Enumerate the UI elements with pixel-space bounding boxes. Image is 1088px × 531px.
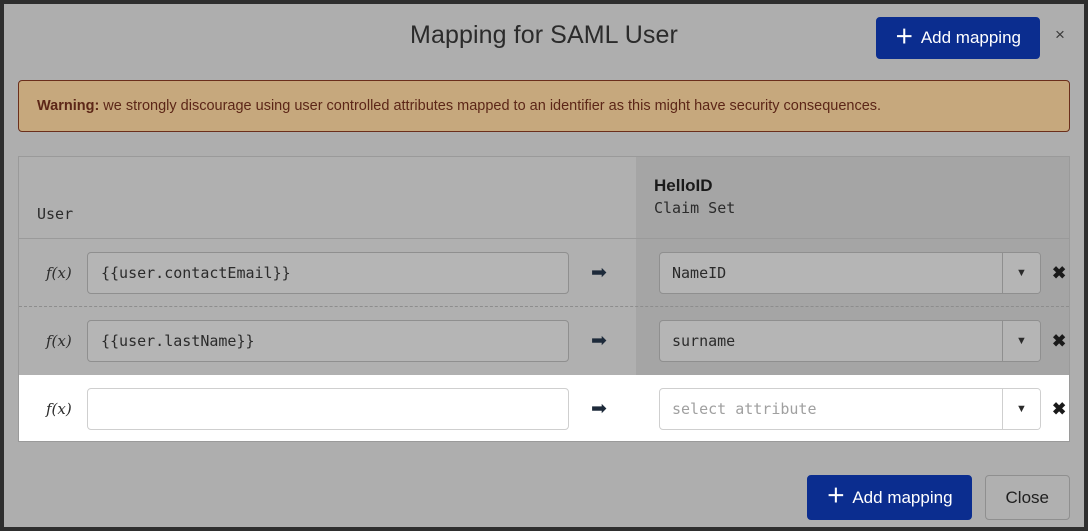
attribute-select-value: select attribute [672, 400, 817, 418]
arrow-right-icon: ➡ [591, 262, 607, 283]
claim-set-subtitle: Claim Set [654, 199, 736, 217]
delete-mapping-button[interactable]: ✖ [1052, 333, 1066, 350]
mapping-table: User HelloID Claim Set f(x) ➡ NameID ▼ ✖… [18, 156, 1070, 442]
close-icon[interactable]: × [1049, 25, 1071, 47]
attribute-select[interactable]: surname ▼ [659, 320, 1041, 362]
arrow-right-icon: ➡ [591, 330, 607, 352]
expression-input[interactable] [87, 388, 569, 430]
attribute-select[interactable]: NameID ▼ [659, 251, 1041, 294]
delete-mapping-button[interactable]: ✖ [1052, 264, 1066, 281]
expression-input[interactable] [87, 251, 569, 294]
dialog-header: Mapping for SAML User ＋ Add mapping × [4, 4, 1084, 72]
attribute-select[interactable]: select attribute ▼ [659, 388, 1041, 430]
mapping-dialog: Mapping for SAML User ＋ Add mapping × War… [4, 4, 1084, 527]
dialog-footer: ＋ Add mapping Close [4, 454, 1084, 527]
warning-banner: Warning: we strongly discourage using us… [18, 80, 1070, 132]
attribute-select-value: surname [672, 332, 736, 350]
chevron-down-icon[interactable]: ▼ [1002, 389, 1040, 429]
claim-set-brand: HelloID [654, 176, 713, 195]
function-icon[interactable]: f(x) [46, 264, 72, 282]
close-button[interactable]: Close [984, 475, 1070, 520]
chevron-down-icon[interactable]: ▼ [1002, 252, 1040, 293]
function-icon[interactable]: f(x) [46, 332, 72, 350]
warning-prefix: Warning: [37, 98, 100, 114]
arrow-right-icon: ➡ [591, 398, 607, 420]
table-row: f(x) ➡ select attribute ▼ ✖ [19, 375, 1069, 441]
column-header-user: User [37, 205, 74, 223]
delete-mapping-button[interactable]: ✖ [1052, 401, 1066, 418]
add-mapping-button-header[interactable]: ＋ Add mapping [875, 17, 1040, 59]
plus-icon: ＋ [826, 486, 846, 507]
table-row: f(x) ➡ surname ▼ ✖ [19, 307, 1069, 375]
chevron-down-icon[interactable]: ▼ [1002, 321, 1040, 361]
warning-text: we strongly discourage using user contro… [103, 98, 882, 114]
expression-input[interactable] [87, 320, 569, 362]
column-header-claim-set: HelloID Claim Set [654, 175, 735, 219]
add-mapping-button-footer[interactable]: ＋ Add mapping [807, 475, 972, 520]
add-mapping-label: Add mapping [852, 487, 953, 507]
mapping-table-header: User HelloID Claim Set [19, 157, 1069, 239]
add-mapping-label: Add mapping [920, 28, 1021, 47]
attribute-select-value: NameID [672, 263, 727, 282]
table-row: f(x) ➡ NameID ▼ ✖ [19, 239, 1069, 307]
function-icon[interactable]: f(x) [46, 400, 72, 418]
plus-icon: ＋ [894, 26, 914, 48]
